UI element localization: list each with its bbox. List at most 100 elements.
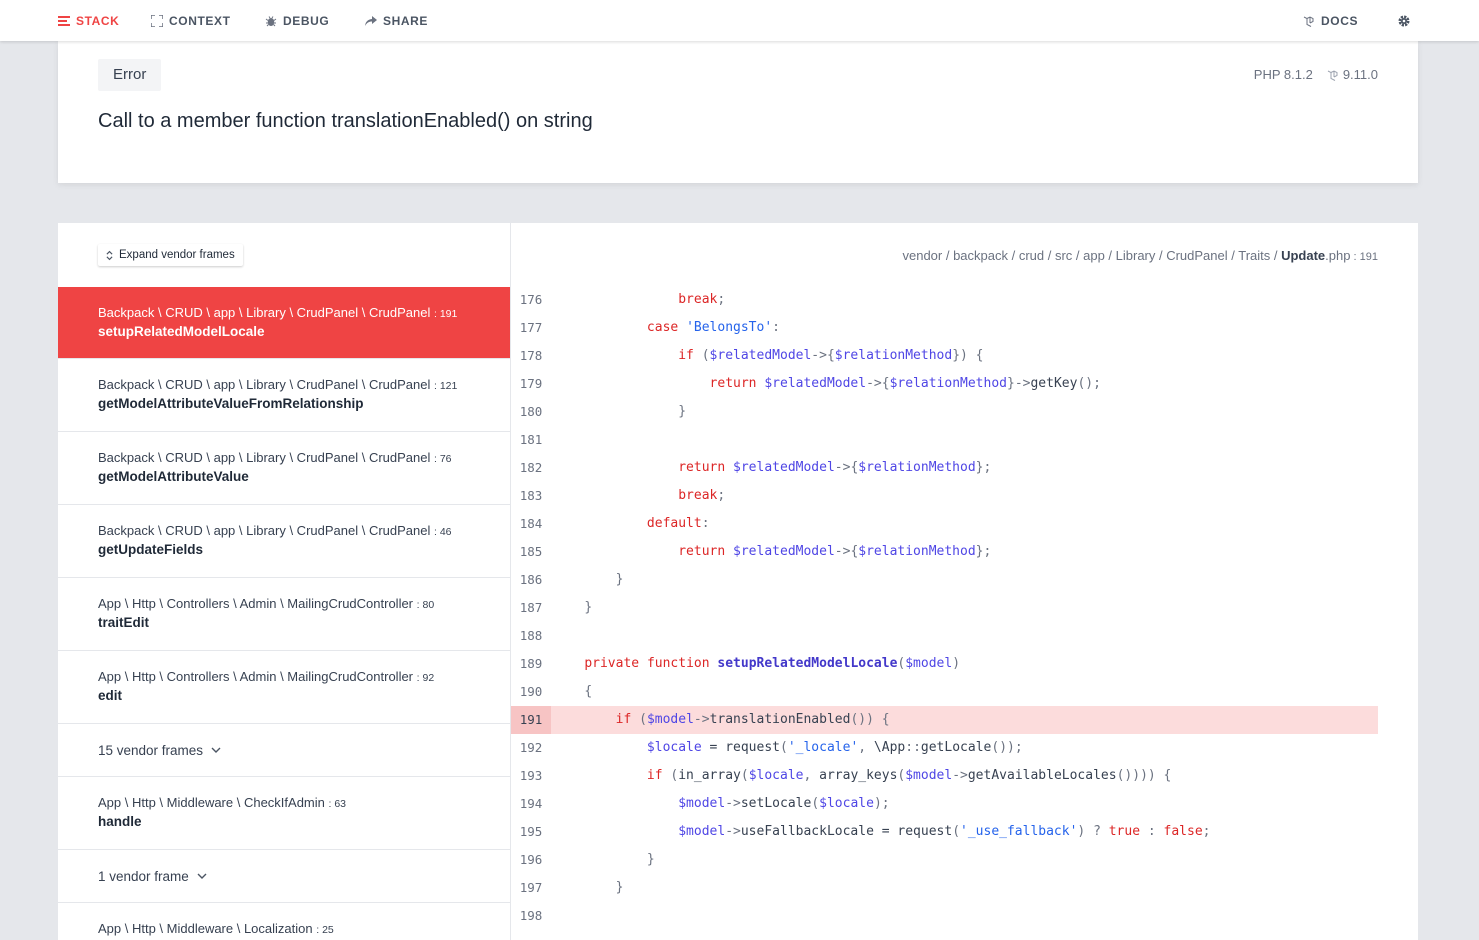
code-line: 179 return $relatedModel->{$relationMeth… — [511, 370, 1378, 398]
line-number[interactable]: 190 — [511, 678, 551, 706]
tab-debug-label: DEBUG — [283, 13, 330, 28]
code-text: default: — [646, 516, 710, 531]
frame-item[interactable]: App \ Http \ Middleware \ Localization :… — [58, 903, 510, 940]
line-number[interactable]: 183 — [511, 482, 551, 510]
stack-panel: Expand vendor frames Backpack \ CRUD \ a… — [58, 223, 1418, 940]
code-text: { — [584, 684, 593, 699]
chevron-down-icon — [211, 747, 221, 753]
file-path[interactable]: vendor / backpack / crud / src / app / L… — [902, 248, 1378, 263]
frame-class: Backpack \ CRUD \ app \ Library \ CrudPa… — [98, 523, 470, 538]
tab-context[interactable]: CONTEXT — [151, 0, 231, 41]
code-line: 188 — [511, 622, 1378, 650]
vendor-frames-toggle[interactable]: 1 vendor frame — [58, 850, 510, 903]
error-header-card: Error PHP 8.1.2 9.11.0 Call to a member … — [58, 41, 1418, 183]
code-text: } — [615, 572, 624, 587]
line-number[interactable]: 187 — [511, 594, 551, 622]
frame-class-text: Backpack \ CRUD \ app \ Library \ CrudPa… — [98, 450, 431, 465]
code-line: 177 case 'BelongsTo': — [511, 314, 1378, 342]
code-line: 181 — [511, 426, 1378, 454]
code-text: break; — [678, 488, 726, 503]
code-text: private function setupRelatedModelLocale… — [584, 656, 961, 671]
line-number[interactable]: 184 — [511, 510, 551, 538]
frame-line: : 63 — [328, 798, 347, 810]
line-number[interactable]: 198 — [511, 902, 551, 930]
frame-item[interactable]: Backpack \ CRUD \ app \ Library \ CrudPa… — [58, 505, 510, 578]
stack-icon — [58, 15, 70, 26]
code-text: if (in_array($locale, array_keys($model-… — [646, 768, 1172, 783]
vendor-frames-toggle[interactable]: 15 vendor frames — [58, 724, 510, 777]
version-info: PHP 8.1.2 9.11.0 — [1254, 67, 1378, 82]
line-number[interactable]: 181 — [511, 426, 551, 454]
line-number[interactable]: 180 — [511, 398, 551, 426]
code-text: if ($model->translationEnabled()) { — [615, 712, 890, 727]
frame-class-text: Backpack \ CRUD \ app \ Library \ CrudPa… — [98, 523, 431, 538]
code-text: } — [584, 600, 593, 615]
frame-line: : 92 — [416, 672, 435, 684]
file-line: : 191 — [1350, 251, 1378, 263]
line-number[interactable]: 196 — [511, 846, 551, 874]
line-number[interactable]: 188 — [511, 622, 551, 650]
tab-share-label: SHARE — [383, 13, 429, 28]
line-number[interactable]: 192 — [511, 734, 551, 762]
code-line: 186 } — [511, 566, 1378, 594]
share-icon — [365, 15, 377, 26]
bug-icon — [265, 15, 277, 26]
frame-class-text: App \ Http \ Controllers \ Admin \ Maili… — [98, 596, 414, 611]
line-number[interactable]: 179 — [511, 370, 551, 398]
frame-class-text: App \ Http \ Middleware \ Localization — [98, 921, 313, 936]
chevron-down-icon — [197, 873, 207, 879]
tab-debug[interactable]: DEBUG — [265, 0, 329, 41]
line-number[interactable]: 185 — [511, 538, 551, 566]
frame-item[interactable]: App \ Http \ Middleware \ CheckIfAdmin :… — [58, 777, 510, 850]
expand-vendor-frames-label: Expand vendor frames — [119, 249, 235, 261]
gear-icon — [1398, 15, 1410, 26]
code-line: 189 private function setupRelatedModelLo… — [511, 650, 1378, 678]
file-path-dirs: vendor / backpack / crud / src / app / L… — [902, 248, 1282, 263]
laravel-icon — [1327, 69, 1338, 81]
top-nav: STACK CONTEXT DEBUG SHARE DOCS — [0, 0, 1479, 41]
code-line: 178 if ($relatedModel->{$relationMethod}… — [511, 342, 1378, 370]
code-line: 182 return $relatedModel->{$relationMeth… — [511, 454, 1378, 482]
frame-line: : 46 — [434, 526, 452, 538]
line-number[interactable]: 177 — [511, 314, 551, 342]
line-number[interactable]: 176 — [511, 286, 551, 314]
tab-stack[interactable]: STACK — [58, 0, 119, 41]
frame-item[interactable]: App \ Http \ Controllers \ Admin \ Maili… — [58, 578, 510, 651]
laravel-version-wrap: 9.11.0 — [1327, 67, 1378, 82]
vendor-frames-label: 1 vendor frame — [98, 868, 189, 884]
code-line: 185 return $relatedModel->{$relationMeth… — [511, 538, 1378, 566]
line-number[interactable]: 182 — [511, 454, 551, 482]
line-number[interactable]: 191 — [511, 706, 551, 734]
code-line: 187 } — [511, 594, 1378, 622]
laravel-version: 9.11.0 — [1342, 67, 1378, 82]
frame-item[interactable]: App \ Http \ Controllers \ Admin \ Maili… — [58, 651, 510, 724]
code-text: if ($relatedModel->{$relationMethod}) { — [678, 348, 984, 363]
frame-item[interactable]: Backpack \ CRUD \ app \ Library \ CrudPa… — [58, 359, 510, 432]
line-number[interactable]: 195 — [511, 818, 551, 846]
line-number[interactable]: 193 — [511, 762, 551, 790]
frame-item[interactable]: Backpack \ CRUD \ app \ Library \ CrudPa… — [58, 432, 510, 505]
code-text: } — [646, 852, 655, 867]
frame-class: App \ Http \ Controllers \ Admin \ Maili… — [98, 596, 470, 611]
frame-line: : 191 — [434, 308, 458, 320]
frame-function: traitEdit — [98, 615, 150, 630]
expand-vendor-frames-button[interactable]: Expand vendor frames — [98, 244, 243, 266]
frame-line: : 80 — [416, 599, 435, 611]
tab-share[interactable]: SHARE — [365, 0, 428, 41]
line-number[interactable]: 194 — [511, 790, 551, 818]
line-number[interactable]: 178 — [511, 342, 551, 370]
settings-button[interactable] — [1397, 0, 1411, 41]
line-number[interactable]: 197 — [511, 874, 551, 902]
code-text: case 'BelongsTo': — [646, 320, 780, 335]
frames-list: Expand vendor frames Backpack \ CRUD \ a… — [58, 223, 511, 940]
frame-class: Backpack \ CRUD \ app \ Library \ CrudPa… — [98, 377, 470, 392]
code-text: return $relatedModel->{$relationMethod}; — [678, 460, 992, 475]
frame-item[interactable]: Backpack \ CRUD \ app \ Library \ CrudPa… — [58, 287, 510, 359]
line-number[interactable]: 186 — [511, 566, 551, 594]
frame-function: handle — [98, 814, 142, 829]
code-line: 197 } — [511, 874, 1378, 902]
laravel-icon — [1303, 15, 1314, 27]
line-number[interactable]: 189 — [511, 650, 551, 678]
docs-link[interactable]: DOCS — [1303, 0, 1358, 41]
file-ext: .php — [1325, 248, 1351, 263]
